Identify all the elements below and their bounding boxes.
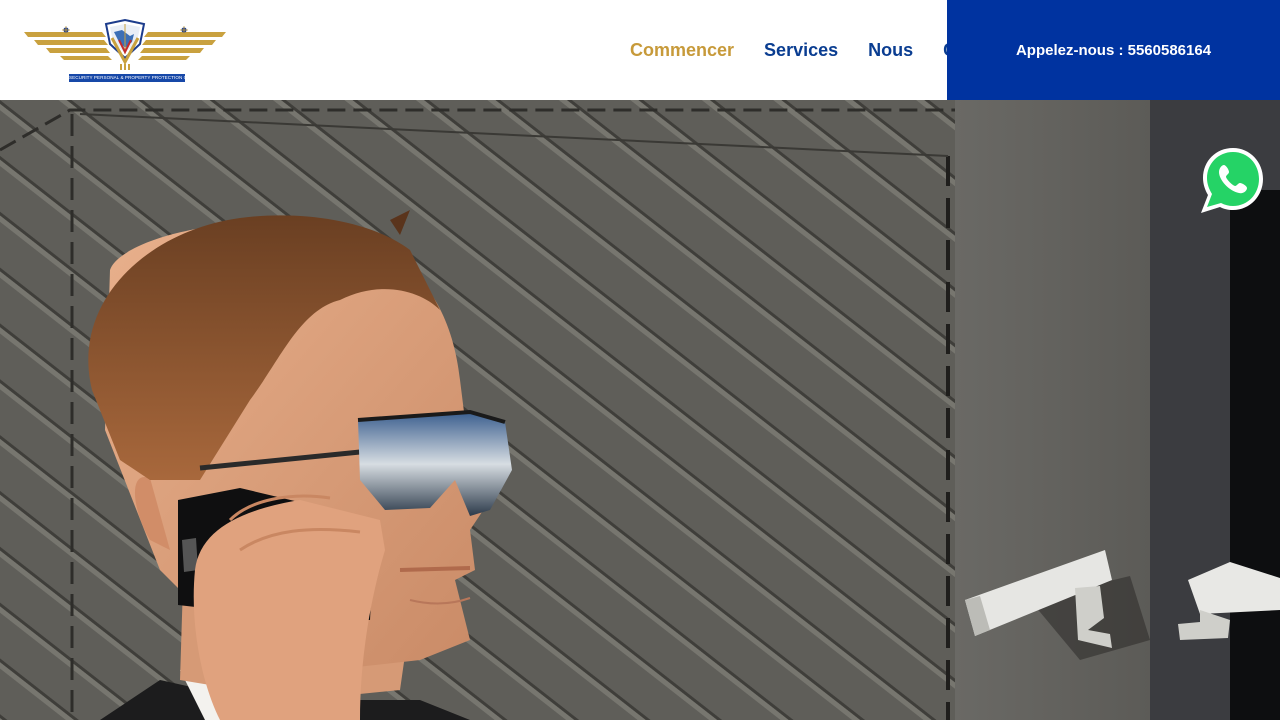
nav-item-contact[interactable]: Contact	[928, 38, 947, 62]
site-header: SECURITY PERSONAL & PROPERTY PROTECTION …	[0, 0, 1280, 100]
whatsapp-icon	[1201, 148, 1263, 213]
call-us-label: Appelez-nous : 5560586164	[1015, 42, 1212, 59]
nav-item-commencer[interactable]: Commencer	[615, 38, 749, 62]
site-logo[interactable]: SECURITY PERSONAL & PROPERTY PROTECTION …	[22, 18, 228, 86]
call-us-button[interactable]: Appelez-nous : 5560586164	[947, 0, 1280, 100]
main-nav: Commencer Services Nous Contact	[615, 0, 947, 100]
nav-item-nous[interactable]: Nous	[853, 38, 928, 62]
logo-caption: SECURITY PERSONAL & PROPERTY PROTECTION …	[69, 75, 185, 80]
security-agent-hero-image	[0, 100, 1280, 720]
whatsapp-button[interactable]	[1198, 145, 1268, 215]
nav-item-services[interactable]: Services	[749, 38, 853, 62]
hero-banner	[0, 100, 1280, 720]
